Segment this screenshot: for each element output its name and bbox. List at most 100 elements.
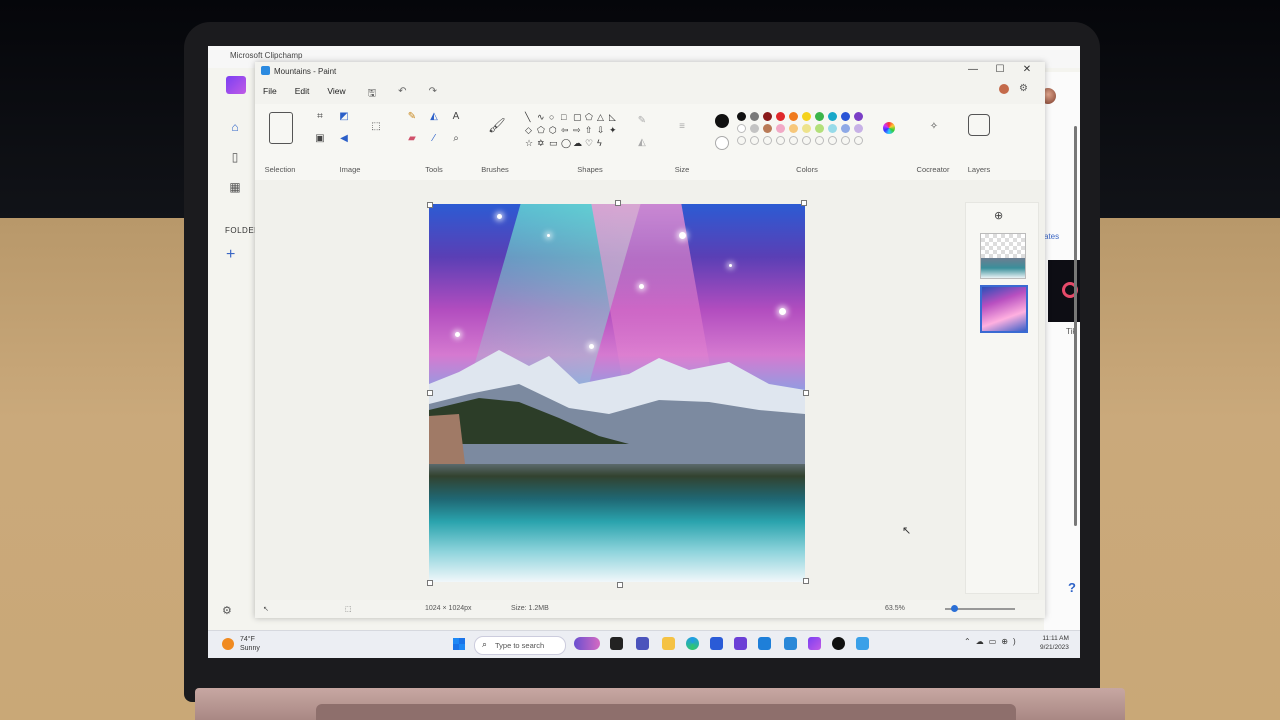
color-swatch[interactable] — [841, 124, 850, 133]
account-icon[interactable] — [999, 84, 1009, 94]
brush-icon[interactable]: 🖌 — [488, 118, 506, 132]
color-swatch[interactable] — [854, 112, 863, 121]
resize-handle[interactable] — [803, 578, 809, 584]
custom-color-slot[interactable] — [854, 136, 863, 145]
clipchamp-scrollbar[interactable] — [1074, 126, 1077, 526]
help-icon[interactable]: ? — [1068, 580, 1076, 595]
color-swatch[interactable] — [737, 112, 746, 121]
minimize-button[interactable]: — — [963, 64, 983, 75]
color-swatch[interactable] — [854, 124, 863, 133]
lightning-shape-icon[interactable]: ϟ — [597, 138, 609, 149]
maximize-button[interactable]: ☐ — [990, 64, 1010, 75]
hexagon-shape-icon[interactable]: ⬡ — [549, 125, 561, 136]
snipping-tool-icon[interactable] — [856, 637, 869, 650]
resize-handle[interactable] — [427, 390, 433, 396]
canvas-area[interactable] — [255, 180, 1045, 600]
color-swatch[interactable] — [828, 112, 837, 121]
zoom-slider[interactable] — [945, 605, 1015, 612]
pentagon-shape-icon[interactable]: ⬠ — [537, 125, 549, 136]
layers-icon[interactable] — [968, 114, 990, 136]
weather-widget[interactable]: 74°F Sunny — [240, 635, 260, 653]
custom-color-slot[interactable] — [815, 136, 824, 145]
arrow-right-shape-icon[interactable]: ⇨ — [573, 125, 585, 136]
edit-colors-icon[interactable] — [883, 122, 895, 134]
mountain-galaxy-image[interactable] — [429, 204, 805, 582]
menu-file[interactable]: File — [263, 86, 277, 103]
fill-icon[interactable]: ◭ — [427, 110, 441, 124]
redo-icon[interactable]: ↷ — [429, 86, 437, 103]
magnifier-icon[interactable]: ⌕ — [449, 132, 463, 146]
callout-oval-shape-icon[interactable]: ◯ — [561, 138, 573, 149]
task-view-icon[interactable] — [610, 637, 623, 650]
paint-settings-icon[interactable]: ⚙ — [1019, 83, 1028, 94]
color-swatch[interactable] — [750, 124, 759, 133]
color-swatch[interactable] — [815, 112, 824, 121]
rectangle-shape-icon[interactable]: □ — [561, 112, 573, 123]
arrow-left-shape-icon[interactable]: ⇦ — [561, 125, 573, 136]
oval-shape-icon[interactable]: ○ — [549, 112, 561, 123]
weather-sun-icon[interactable] — [222, 638, 234, 650]
add-folder-icon[interactable]: + — [226, 246, 235, 264]
add-layer-icon[interactable]: ⊕ — [994, 209, 1003, 222]
six-point-star-shape-icon[interactable]: ✡ — [537, 138, 549, 149]
primary-color-swatch[interactable] — [715, 114, 729, 128]
callout-rect-shape-icon[interactable]: ▭ — [549, 138, 561, 149]
resize-handle[interactable] — [427, 202, 433, 208]
resize-handle[interactable] — [803, 390, 809, 396]
rotate-icon[interactable]: ◀ — [337, 132, 351, 146]
color-swatch[interactable] — [789, 112, 798, 121]
four-point-star-shape-icon[interactable]: ✦ — [609, 125, 621, 136]
color-swatch[interactable] — [789, 124, 798, 133]
five-point-star-shape-icon[interactable]: ☆ — [525, 138, 537, 149]
apps-grid-icon[interactable]: ▦ — [228, 180, 242, 194]
resize-handle[interactable] — [617, 582, 623, 588]
diamond-shape-icon[interactable]: ◇ — [525, 125, 537, 136]
start-button[interactable] — [453, 638, 465, 650]
teams-icon[interactable] — [636, 637, 649, 650]
resize-handle[interactable] — [615, 200, 621, 206]
copilot-icon[interactable] — [574, 637, 600, 650]
templates-icon[interactable]: ▯ — [228, 150, 242, 164]
photos-icon[interactable] — [784, 637, 797, 650]
selection-icon[interactable] — [269, 112, 293, 144]
color-swatch[interactable] — [776, 124, 785, 133]
custom-color-slot[interactable] — [776, 136, 785, 145]
cloud-callout-shape-icon[interactable]: ☁ — [573, 138, 585, 149]
color-swatch[interactable] — [802, 112, 811, 121]
eraser-icon[interactable]: ▰ — [405, 132, 419, 146]
cocreator-icon[interactable]: ✧ — [927, 120, 941, 134]
color-swatch[interactable] — [763, 124, 772, 133]
taskbar-clock[interactable]: 11:11 AM 9/21/2023 — [1040, 634, 1069, 652]
color-swatch[interactable] — [737, 124, 746, 133]
color-swatch[interactable] — [841, 112, 850, 121]
color-picker-icon[interactable]: ⁄ — [427, 132, 441, 146]
zoom-level[interactable]: 63.5% — [885, 605, 905, 612]
custom-color-slot[interactable] — [828, 136, 837, 145]
color-swatch[interactable] — [763, 112, 772, 121]
settings-icon[interactable]: ⚙ — [222, 604, 232, 617]
rounded-rect-shape-icon[interactable]: ▢ — [573, 112, 585, 123]
color-swatch[interactable] — [828, 124, 837, 133]
file-explorer-icon[interactable] — [662, 637, 675, 650]
layer-thumbnail-galaxy[interactable] — [980, 285, 1028, 333]
select-all-icon[interactable]: ▣ — [313, 132, 327, 146]
taskbar-search[interactable]: ⌕ Type to search — [474, 636, 566, 655]
secondary-color-swatch[interactable] — [715, 136, 729, 150]
layer-thumbnail-mountains[interactable] — [980, 233, 1026, 279]
polygon-shape-icon[interactable]: ⬠ — [585, 112, 597, 123]
close-button[interactable]: ✕ — [1017, 64, 1037, 75]
right-triangle-shape-icon[interactable]: ◺ — [609, 112, 621, 123]
custom-color-slot[interactable] — [737, 136, 746, 145]
menu-view[interactable]: View — [327, 86, 345, 103]
line-shape-icon[interactable]: ╲ — [525, 112, 537, 123]
color-swatch[interactable] — [776, 112, 785, 121]
shape-outline-icon[interactable]: ✎ — [635, 114, 649, 128]
menu-edit[interactable]: Edit — [295, 86, 310, 103]
store-icon[interactable] — [710, 637, 723, 650]
text-icon[interactable]: A — [449, 110, 463, 124]
custom-color-slot[interactable] — [802, 136, 811, 145]
app-icon-1[interactable] — [734, 637, 747, 650]
color-swatch[interactable] — [815, 124, 824, 133]
arrow-down-shape-icon[interactable]: ⇩ — [597, 125, 609, 136]
resize-handle[interactable] — [801, 200, 807, 206]
